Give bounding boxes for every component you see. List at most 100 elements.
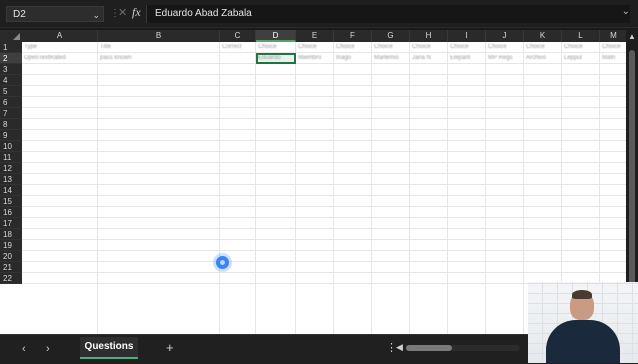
cell-k1[interactable]: Choice — [524, 42, 562, 53]
cell-m1[interactable]: Choice — [600, 42, 626, 53]
insert-function-icon[interactable]: fx — [132, 5, 141, 20]
row-header-5[interactable]: 5 — [0, 86, 22, 97]
gridline — [22, 261, 626, 262]
column-header-h[interactable]: H — [410, 30, 448, 42]
cell-f1[interactable]: Choice — [334, 42, 372, 53]
scroll-up-icon[interactable]: ▲ — [628, 32, 636, 41]
cell-b2[interactable]: pass known — [98, 53, 220, 64]
column-header-k[interactable]: K — [524, 30, 562, 42]
horizontal-scroll-thumb[interactable] — [406, 345, 452, 351]
row-header-14[interactable]: 14 — [0, 185, 22, 196]
row-header-18[interactable]: 18 — [0, 229, 22, 240]
horizontal-scrollbar[interactable] — [406, 345, 520, 351]
column-header-i[interactable]: I — [448, 30, 486, 42]
gridline — [22, 162, 626, 163]
gridline — [22, 74, 626, 75]
column-header-g[interactable]: G — [372, 30, 410, 42]
cell-g2[interactable]: Marlemio — [372, 53, 410, 64]
cell-k2[interactable]: Archivo — [524, 53, 562, 64]
row-header-1[interactable]: 1 — [0, 42, 22, 53]
select-all-button[interactable] — [0, 30, 22, 42]
gridline — [22, 195, 626, 196]
scroll-left-icon[interactable]: ◀ — [396, 342, 403, 353]
row-header-20[interactable]: 20 — [0, 251, 22, 262]
row-header-13[interactable]: 13 — [0, 174, 22, 185]
sheet-tab-questions[interactable]: Questions — [80, 337, 138, 359]
cell-h1[interactable]: Choice — [410, 42, 448, 53]
cell-m2[interactable]: Matri — [600, 53, 626, 64]
loading-spinner-icon — [216, 256, 229, 269]
column-header-e[interactable]: E — [296, 30, 334, 42]
gridline — [22, 140, 626, 141]
name-box[interactable]: D2 ⌄ — [6, 6, 104, 22]
cell-i1[interactable]: Choice — [448, 42, 486, 53]
prev-sheet-icon[interactable]: ‹ — [22, 343, 26, 355]
gridline — [22, 206, 626, 207]
row-header-12[interactable]: 12 — [0, 163, 22, 174]
gridline — [22, 173, 626, 174]
row-header-19[interactable]: 19 — [0, 240, 22, 251]
column-header-c[interactable]: C — [220, 30, 256, 42]
column-header-d[interactable]: D — [256, 30, 296, 42]
gridline — [22, 151, 626, 152]
row-header-22[interactable]: 22 — [0, 273, 22, 284]
cell-i2[interactable]: Elepant — [448, 53, 486, 64]
cell-g1[interactable]: Choice — [372, 42, 410, 53]
row-header-2[interactable]: 2 — [0, 53, 22, 64]
cell-d2[interactable]: Eduardo — [256, 53, 296, 64]
name-box-value: D2 — [13, 9, 26, 20]
cell-e2[interactable]: Miembro — [296, 53, 334, 64]
column-header-f[interactable]: F — [334, 30, 372, 42]
column-header-m[interactable]: M — [600, 30, 626, 42]
cell-j1[interactable]: Choice — [486, 42, 524, 53]
row-header-9[interactable]: 9 — [0, 130, 22, 141]
gridline — [22, 85, 626, 86]
gridline — [22, 129, 626, 130]
row-header-10[interactable]: 10 — [0, 141, 22, 152]
cell-d1[interactable]: Choice — [256, 42, 296, 53]
cell-h2[interactable]: Jana N — [410, 53, 448, 64]
row-header-11[interactable]: 11 — [0, 152, 22, 163]
cell-a2[interactable]: OpenTextRated — [22, 53, 98, 64]
gridline — [22, 239, 626, 240]
row-header-21[interactable]: 21 — [0, 262, 22, 273]
select-all-triangle-icon — [13, 33, 20, 40]
formula-input[interactable]: Eduardo Abad Zabala — [146, 5, 630, 23]
row-header-16[interactable]: 16 — [0, 207, 22, 218]
cell-l1[interactable]: Choice — [562, 42, 600, 53]
cell-e1[interactable]: Choice — [296, 42, 334, 53]
add-sheet-icon[interactable]: + — [166, 340, 174, 355]
row-header-7[interactable]: 7 — [0, 108, 22, 119]
next-sheet-icon[interactable]: › — [46, 343, 50, 355]
row-header-8[interactable]: 8 — [0, 119, 22, 130]
cell-a1[interactable]: Type — [22, 42, 98, 53]
gridline — [22, 107, 626, 108]
row-header-6[interactable]: 6 — [0, 97, 22, 108]
column-header-a[interactable]: A — [22, 30, 98, 42]
webcam-overlay — [528, 282, 638, 363]
gridline — [22, 96, 626, 97]
column-header-b[interactable]: B — [98, 30, 220, 42]
cell-b1[interactable]: Title — [98, 42, 220, 53]
cell-j2[interactable]: MP Regs — [486, 53, 524, 64]
cell-c1[interactable]: Correct — [220, 42, 256, 53]
formula-bar: D2 ⌄ ⋮ ✕ fx Eduardo Abad Zabala ⌄ — [0, 0, 638, 28]
gridline — [22, 228, 626, 229]
formula-value: Eduardo Abad Zabala — [155, 8, 252, 19]
row-header-15[interactable]: 15 — [0, 196, 22, 207]
column-header-l[interactable]: L — [562, 30, 600, 42]
column-header-j[interactable]: J — [486, 30, 524, 42]
cancel-icon[interactable]: ✕ — [118, 6, 127, 19]
presenter-body — [546, 320, 620, 363]
presenter-hair — [572, 290, 592, 299]
cell-f2[interactable]: Inago — [334, 53, 372, 64]
row-header-3[interactable]: 3 — [0, 64, 22, 75]
expand-formula-icon[interactable]: ⌄ — [622, 6, 630, 17]
gridline — [22, 250, 626, 251]
row-header-4[interactable]: 4 — [0, 75, 22, 86]
gridline — [22, 272, 626, 273]
chevron-down-icon[interactable]: ⌄ — [92, 7, 100, 23]
vertical-scroll-thumb[interactable] — [629, 50, 635, 310]
cell-l2[interactable]: Leppul — [562, 53, 600, 64]
row-header-17[interactable]: 17 — [0, 218, 22, 229]
